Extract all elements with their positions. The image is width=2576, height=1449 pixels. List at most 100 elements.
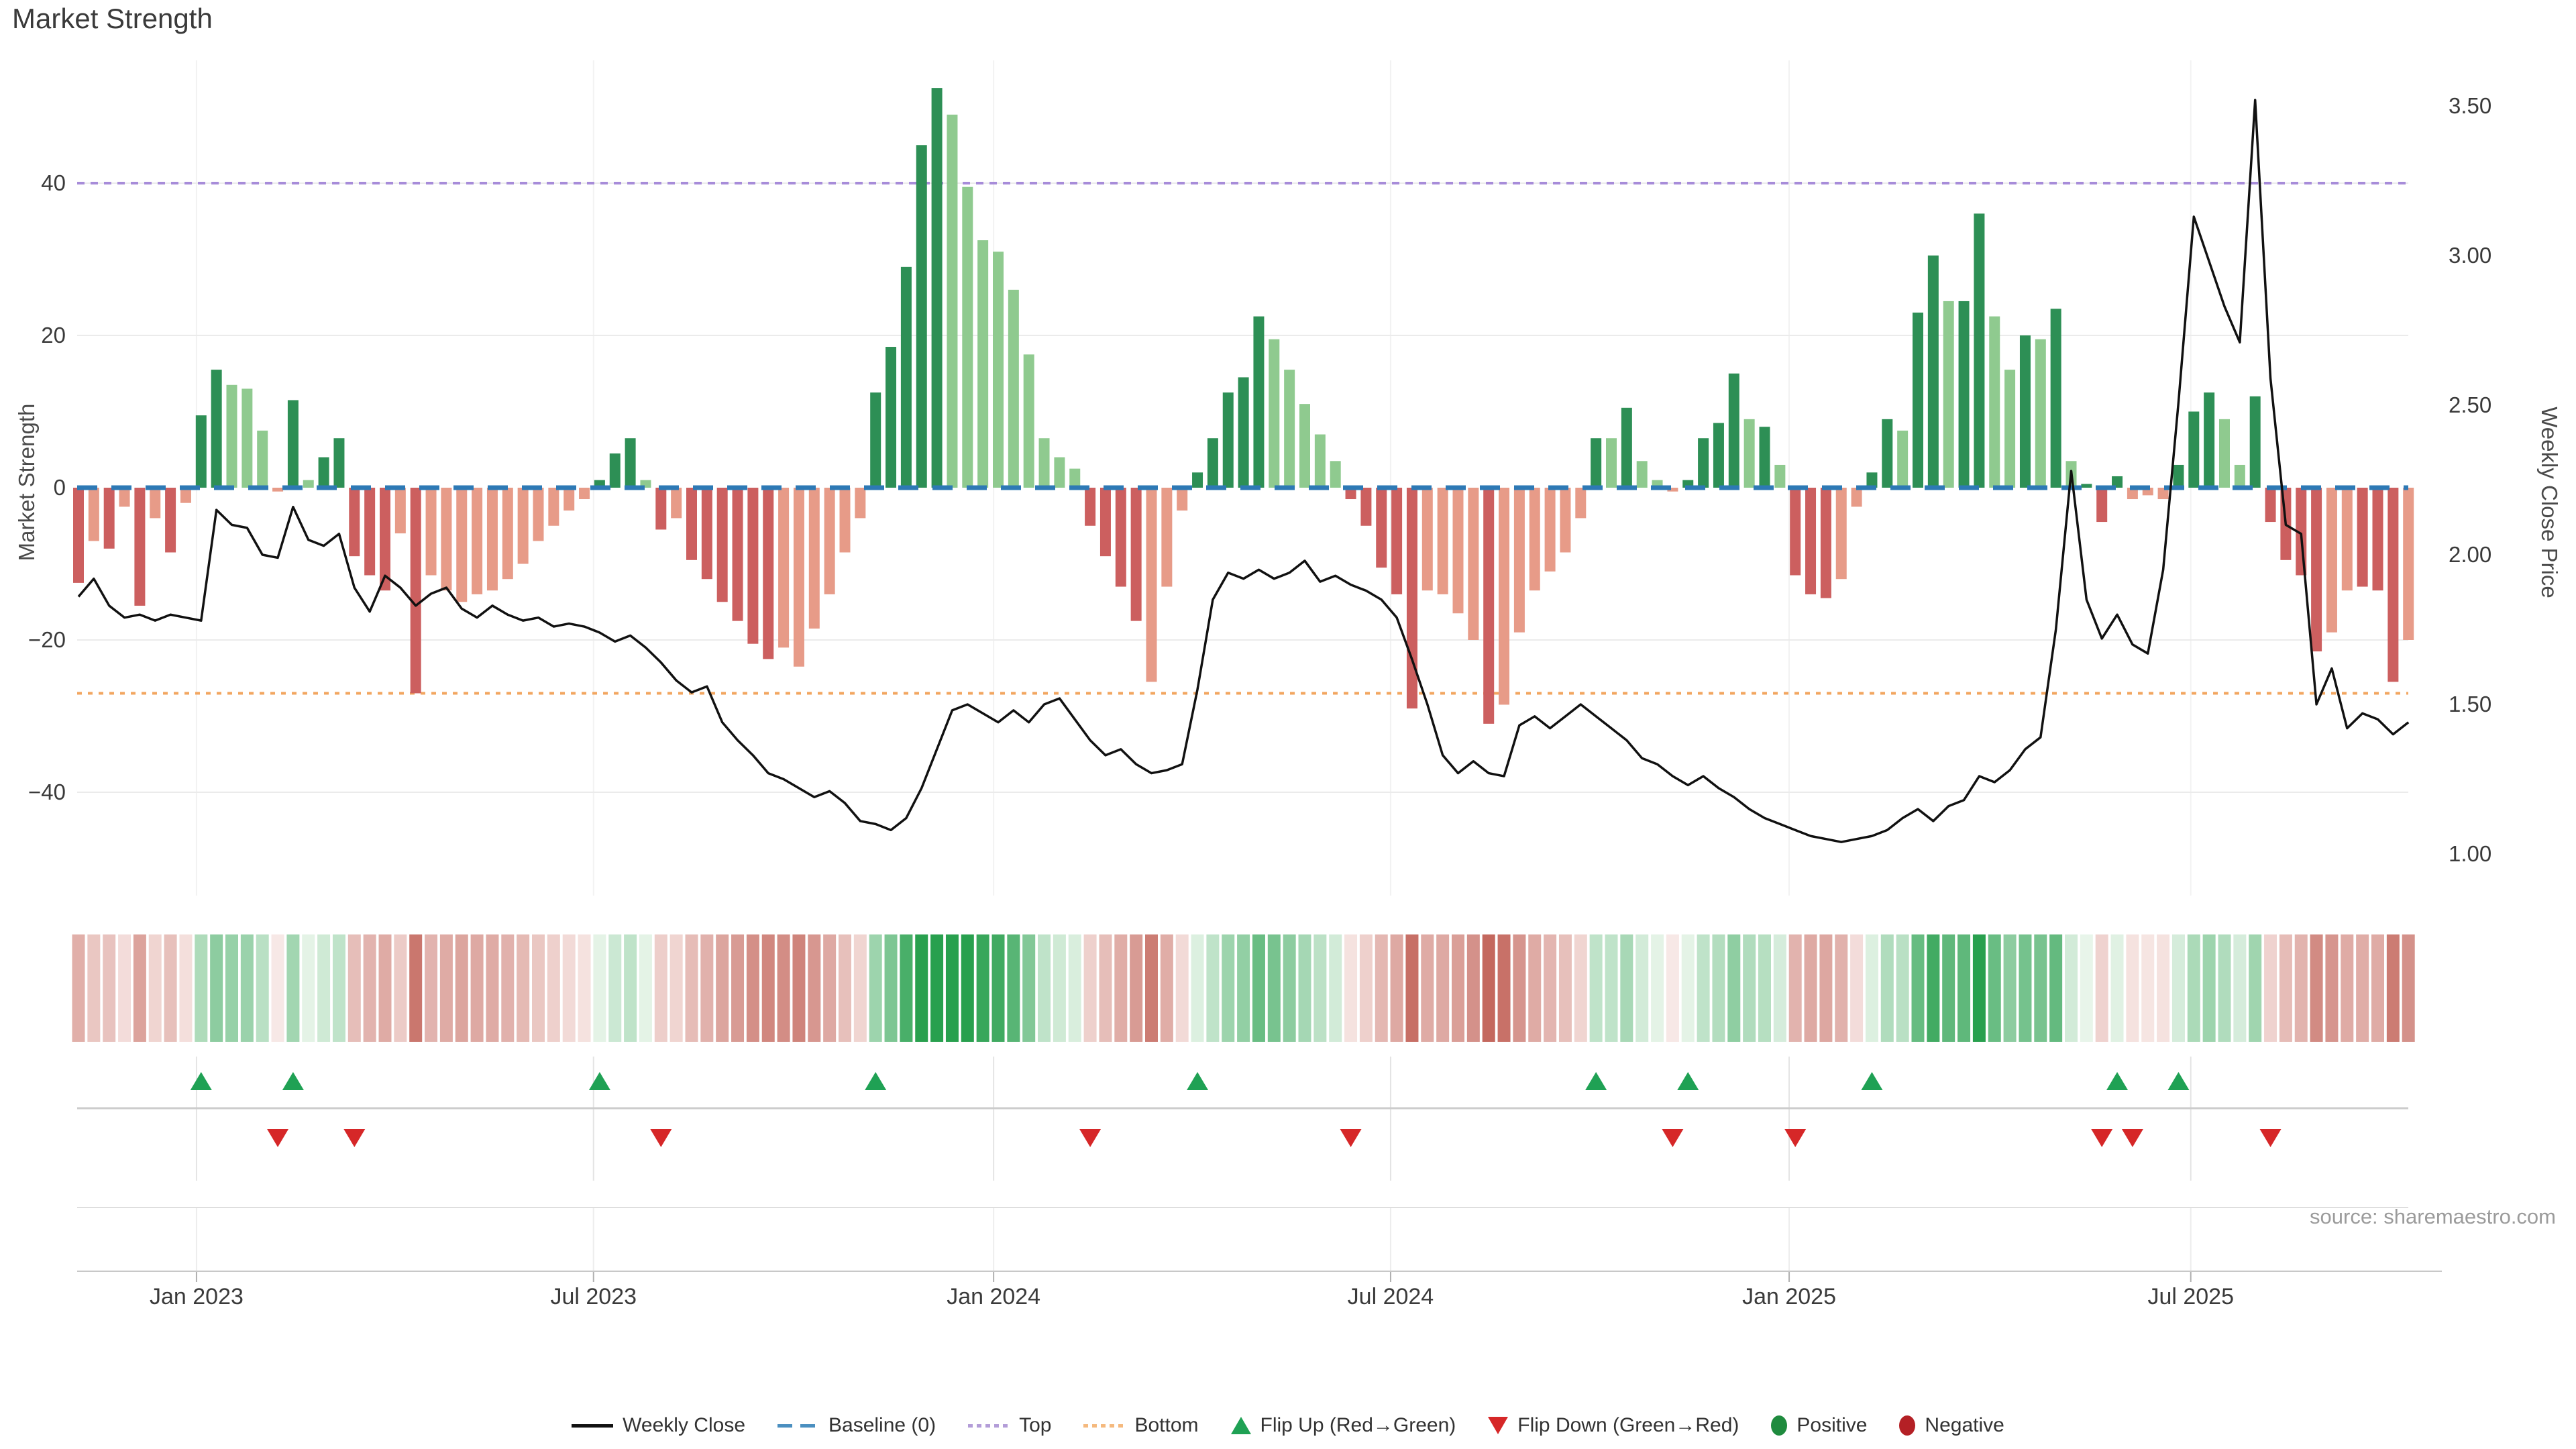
strength-bar <box>1008 290 1019 488</box>
strength-bar <box>778 488 789 647</box>
weekly-close-swatch <box>572 1424 613 1428</box>
heatmap-cell <box>1743 934 1756 1042</box>
strength-bar <box>487 488 498 590</box>
heatmap-cell <box>532 934 545 1042</box>
heatmap-cell <box>1850 934 1863 1042</box>
strength-bar <box>2387 488 2398 682</box>
strength-bar <box>1223 392 1234 488</box>
strength-bar <box>1744 419 1755 488</box>
heatmap-cell <box>593 934 606 1042</box>
strength-bar <box>1790 488 1801 576</box>
heatmap-cell <box>670 934 683 1042</box>
heatmap-cell <box>1805 934 1817 1042</box>
heatmap-cell <box>2172 934 2185 1042</box>
heatmap-cell <box>839 934 851 1042</box>
chart-legend: Weekly CloseBaseline (0)TopBottomFlip Up… <box>0 1414 2576 1437</box>
strength-bar <box>1483 488 1494 724</box>
heatmap-cell <box>256 934 269 1042</box>
strength-bar <box>1238 377 1249 488</box>
strength-bar <box>2081 484 2092 488</box>
strength-bar <box>1529 488 1540 590</box>
heatmap-cell <box>1360 934 1373 1042</box>
flip-up-marker <box>1187 1072 1208 1090</box>
strength-bar <box>2235 465 2245 488</box>
legend-item: Negative <box>1899 1414 2004 1437</box>
strength-bar <box>686 488 697 560</box>
heatmap-cell <box>1344 934 1357 1042</box>
market-strength-chart: Jan 2023Jul 2023Jan 2024Jul 2024Jan 2025… <box>0 0 2576 1409</box>
heatmap-cell <box>1421 934 1434 1042</box>
strength-bar <box>1024 354 1034 488</box>
strength-bar <box>241 388 252 488</box>
heatmap-cell <box>1927 934 1939 1042</box>
strength-bar <box>2219 419 2230 488</box>
heatmap-cell <box>364 934 376 1042</box>
heatmap-cell <box>1988 934 2001 1042</box>
heatmap-cell <box>777 934 790 1042</box>
heatmap-cell <box>1145 934 1158 1042</box>
heatmap-cell <box>1375 934 1388 1042</box>
heatmap-cell <box>379 934 392 1042</box>
strength-bar <box>1959 301 1970 488</box>
left-tick-label: 20 <box>41 323 66 347</box>
heatmap-cell <box>348 934 361 1042</box>
heatmap-cell <box>961 934 974 1042</box>
strength-bar <box>2342 488 2353 590</box>
strength-bar <box>901 267 912 488</box>
flip-up-marker <box>1677 1072 1699 1090</box>
left-tick-label: −40 <box>28 780 66 804</box>
strength-bar <box>1913 313 1923 488</box>
strength-bar <box>1560 488 1570 552</box>
strength-bar <box>2051 309 2061 488</box>
strength-bar <box>349 488 360 556</box>
heatmap-cell <box>1191 934 1204 1042</box>
strength-bar <box>2311 488 2322 651</box>
heatmap-cell <box>2387 934 2400 1042</box>
x-tick-label: Jan 2025 <box>1742 1284 1836 1309</box>
x-tick-label: Jul 2025 <box>2147 1284 2234 1309</box>
heatmap-cell <box>716 934 729 1042</box>
heatmap-cell <box>1896 934 1909 1042</box>
heatmap-cell <box>103 934 115 1042</box>
strength-bar <box>150 488 160 518</box>
strength-bar <box>1360 488 1371 526</box>
heatmap-cell <box>2111 934 2124 1042</box>
heatmap-cell <box>700 934 713 1042</box>
legend-item-label: Baseline (0) <box>828 1414 936 1437</box>
heatmap-cell <box>823 934 836 1042</box>
flip-up-marker <box>589 1072 610 1090</box>
legend-item: Positive <box>1771 1414 1867 1437</box>
x-tick-label: Jan 2023 <box>150 1284 244 1309</box>
strength-bar <box>211 370 222 488</box>
flip-down-marker <box>2122 1129 2143 1147</box>
strength-bar <box>1499 488 1509 704</box>
strength-bar <box>456 488 467 602</box>
heatmap-cell <box>409 934 422 1042</box>
strength-bar <box>518 488 529 564</box>
heatmap-cell <box>1912 934 1925 1042</box>
heatmap-cell <box>1590 934 1603 1042</box>
flip-up-icon <box>1231 1417 1251 1434</box>
heatmap-cell <box>2203 934 2216 1042</box>
heatmap-cell <box>1697 934 1710 1042</box>
heatmap-cell <box>930 934 943 1042</box>
strength-bar <box>89 488 99 541</box>
strength-bar <box>2403 488 2414 640</box>
heatmap-cell <box>1252 934 1265 1042</box>
legend-item-label: Flip Down (Green→Red) <box>1517 1414 1739 1437</box>
heatmap-cell <box>1635 934 1648 1042</box>
heatmap-cell <box>210 934 223 1042</box>
heatmap-cell <box>2065 934 2078 1042</box>
heatmap-cell <box>2233 934 2246 1042</box>
strength-bar <box>885 347 896 488</box>
dotted-line-swatch <box>968 1424 1010 1428</box>
heatmap-cell <box>869 934 882 1042</box>
strength-bar <box>257 431 268 488</box>
heatmap-cell <box>133 934 146 1042</box>
heatmap-cell <box>317 934 330 1042</box>
heatmap-cell <box>1881 934 1894 1042</box>
heatmap-cell <box>272 934 284 1042</box>
strength-bar <box>395 488 406 533</box>
heatmap-cell <box>762 934 775 1042</box>
legend-item-label: Top <box>1019 1414 1051 1437</box>
